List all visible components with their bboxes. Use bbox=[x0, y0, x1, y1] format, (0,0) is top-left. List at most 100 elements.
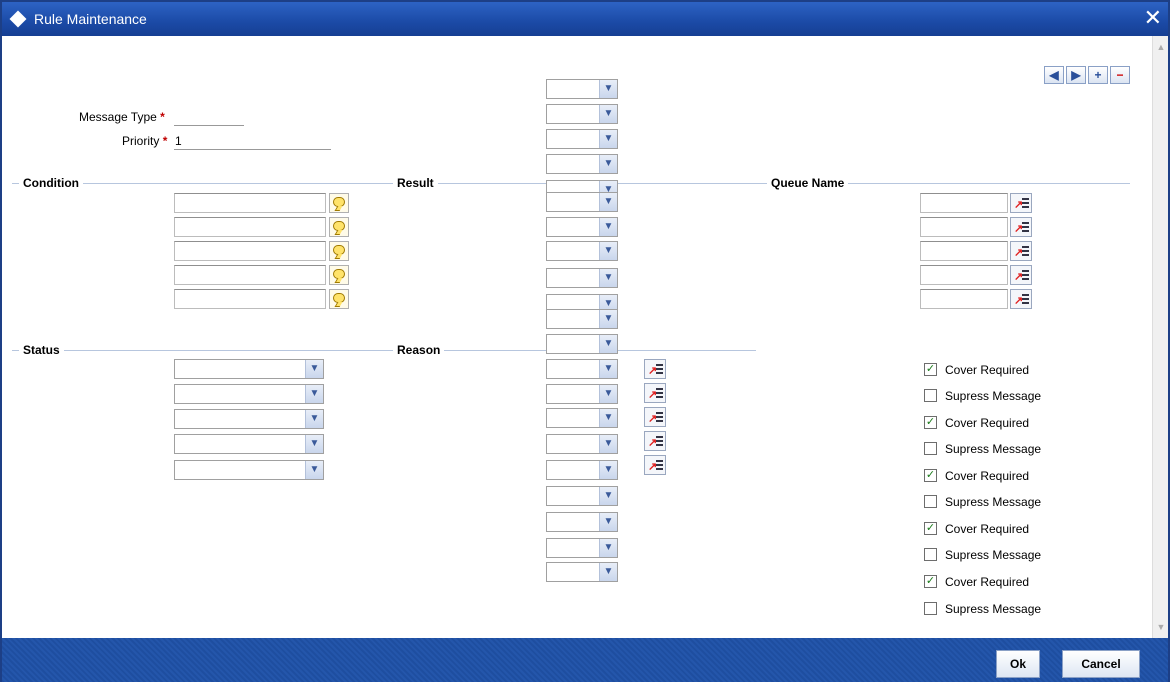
condition-input[interactable] bbox=[174, 241, 326, 261]
queue-name-input[interactable] bbox=[920, 289, 1008, 309]
chevron-down-icon: ▼ bbox=[599, 193, 617, 211]
lov-icon[interactable]: ↗ bbox=[1010, 289, 1032, 309]
checkbox-label: Cover Required bbox=[945, 522, 1030, 536]
chevron-down-icon: ▼ bbox=[599, 242, 617, 260]
reason-select[interactable]: ▼ bbox=[546, 384, 618, 404]
queue-name-input[interactable] bbox=[920, 265, 1008, 285]
result-select[interactable]: ▼ bbox=[546, 217, 618, 237]
status-select[interactable]: ▼ bbox=[174, 384, 324, 404]
status-select[interactable]: ▼ bbox=[174, 359, 324, 379]
supress-message-checkbox[interactable] bbox=[924, 602, 937, 615]
supress-message-checkbox[interactable] bbox=[924, 548, 937, 561]
condition-input[interactable] bbox=[174, 217, 326, 237]
close-icon[interactable]: ✕ bbox=[1144, 5, 1162, 31]
cover-required-checkbox[interactable]: ✓ bbox=[924, 416, 937, 429]
result-select[interactable]: ▼ bbox=[546, 268, 618, 288]
status-select[interactable]: ▼ bbox=[174, 434, 324, 454]
scroll-down-icon[interactable]: ▼ bbox=[1156, 622, 1166, 632]
lov-icon[interactable]: ↗ bbox=[644, 359, 666, 379]
next-record-button[interactable]: ▶ bbox=[1066, 66, 1086, 84]
condition-builder-icon[interactable] bbox=[329, 217, 349, 237]
message-type-field[interactable] bbox=[174, 108, 244, 126]
cover-required-checkbox[interactable]: ✓ bbox=[924, 363, 937, 376]
chevron-down-icon: ▼ bbox=[599, 409, 617, 427]
chevron-down-icon: ▼ bbox=[599, 513, 617, 531]
checkbox-label: Cover Required bbox=[945, 363, 1030, 377]
priority-label: Priority * bbox=[122, 134, 168, 148]
lov-icon[interactable]: ↗ bbox=[644, 383, 666, 403]
reason-select[interactable]: ▼ bbox=[546, 408, 618, 428]
queue-name-input[interactable] bbox=[920, 193, 1008, 213]
form-content: ◀ ▶ + − Message Type * Priority * 1 Cond… bbox=[2, 36, 1152, 638]
lov-icon[interactable]: ↗ bbox=[1010, 193, 1032, 213]
condition-builder-icon[interactable] bbox=[329, 289, 349, 309]
chevron-down-icon: ▼ bbox=[599, 435, 617, 453]
add-row-button[interactable]: + bbox=[1088, 66, 1108, 84]
result-select[interactable]: ▼ bbox=[546, 241, 618, 261]
chevron-down-icon: ▼ bbox=[599, 461, 617, 479]
checkbox-label: Cover Required bbox=[945, 575, 1030, 589]
result-select[interactable]: ▼ bbox=[546, 154, 618, 174]
supress-message-checkbox[interactable] bbox=[924, 389, 937, 402]
status-select[interactable]: ▼ bbox=[174, 460, 324, 480]
reason-select[interactable]: ▼ bbox=[546, 460, 618, 480]
lov-icon[interactable]: ↗ bbox=[644, 407, 666, 427]
status-select[interactable]: ▼ bbox=[174, 409, 324, 429]
cover-required-checkbox[interactable]: ✓ bbox=[924, 575, 937, 588]
lov-icon[interactable]: ↗ bbox=[1010, 265, 1032, 285]
result-select[interactable]: ▼ bbox=[546, 334, 618, 354]
lov-icon[interactable]: ↗ bbox=[644, 431, 666, 451]
chevron-down-icon: ▼ bbox=[599, 539, 617, 557]
result-select[interactable]: ▼ bbox=[546, 129, 618, 149]
supress-message-checkbox[interactable] bbox=[924, 495, 937, 508]
chevron-down-icon: ▼ bbox=[599, 80, 617, 98]
queue-name-section-title: Queue Name bbox=[767, 176, 849, 190]
condition-input[interactable] bbox=[174, 265, 326, 285]
queue-name-input[interactable] bbox=[920, 217, 1008, 237]
chevron-down-icon: ▼ bbox=[599, 310, 617, 328]
lov-icon[interactable]: ↗ bbox=[1010, 241, 1032, 261]
condition-builder-icon[interactable] bbox=[329, 265, 349, 285]
vertical-scrollbar[interactable]: ▲ ▼ bbox=[1152, 36, 1168, 638]
priority-field[interactable]: 1 bbox=[174, 132, 331, 150]
cover-required-checkbox[interactable]: ✓ bbox=[924, 469, 937, 482]
result-select[interactable]: ▼ bbox=[546, 192, 618, 212]
reason-select[interactable]: ▼ bbox=[546, 562, 618, 582]
chevron-down-icon: ▼ bbox=[599, 487, 617, 505]
chevron-down-icon: ▼ bbox=[599, 385, 617, 403]
window-icon bbox=[9, 10, 27, 28]
cover-required-checkbox[interactable]: ✓ bbox=[924, 522, 937, 535]
condition-input[interactable] bbox=[174, 193, 326, 213]
result-select[interactable]: ▼ bbox=[546, 79, 618, 99]
chevron-down-icon: ▼ bbox=[599, 360, 617, 378]
result-select[interactable]: ▼ bbox=[546, 309, 618, 329]
reason-select[interactable]: ▼ bbox=[546, 486, 618, 506]
result-select[interactable]: ▼ bbox=[546, 104, 618, 124]
condition-builder-icon[interactable] bbox=[329, 193, 349, 213]
lov-icon[interactable]: ↗ bbox=[1010, 217, 1032, 237]
chevron-down-icon: ▼ bbox=[599, 218, 617, 236]
queue-name-input[interactable] bbox=[920, 241, 1008, 261]
chevron-down-icon: ▼ bbox=[599, 155, 617, 173]
ok-button[interactable]: Ok bbox=[996, 650, 1040, 678]
scroll-up-icon[interactable]: ▲ bbox=[1156, 42, 1166, 52]
reason-select[interactable]: ▼ bbox=[546, 538, 618, 558]
delete-row-button[interactable]: − bbox=[1110, 66, 1130, 84]
chevron-down-icon: ▼ bbox=[305, 410, 323, 428]
checkbox-label: Supress Message bbox=[945, 495, 1042, 509]
cancel-button[interactable]: Cancel bbox=[1062, 650, 1140, 678]
condition-input[interactable] bbox=[174, 289, 326, 309]
reason-select[interactable]: ▼ bbox=[546, 434, 618, 454]
condition-section-title: Condition bbox=[19, 176, 83, 190]
previous-record-button[interactable]: ◀ bbox=[1044, 66, 1064, 84]
checkbox-label: Supress Message bbox=[945, 389, 1042, 403]
chevron-down-icon: ▼ bbox=[599, 563, 617, 581]
reason-select[interactable]: ▼ bbox=[546, 512, 618, 532]
reason-select[interactable]: ▼ bbox=[546, 359, 618, 379]
supress-message-checkbox[interactable] bbox=[924, 442, 937, 455]
lov-icon[interactable]: ↗ bbox=[644, 455, 666, 475]
condition-builder-icon[interactable] bbox=[329, 241, 349, 261]
checkbox-label: Supress Message bbox=[945, 442, 1042, 456]
reason-section-title: Reason bbox=[393, 343, 445, 357]
result-section-title: Result bbox=[393, 176, 438, 190]
